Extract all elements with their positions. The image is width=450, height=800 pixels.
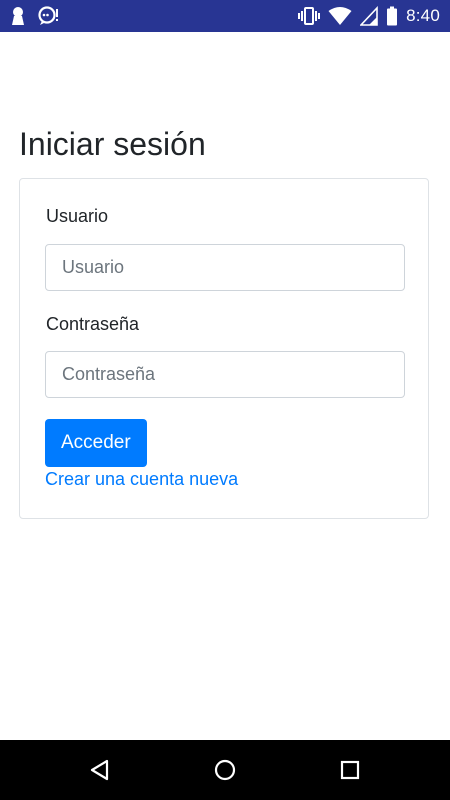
recents-icon[interactable]: [336, 756, 364, 784]
username-label: Usuario: [46, 206, 109, 226]
signal-icon: [360, 6, 378, 26]
battery-icon: [386, 6, 398, 26]
create-account-link[interactable]: Crear una cuenta nueva: [45, 469, 238, 490]
vibrate-icon: [298, 6, 321, 26]
username-input[interactable]: [45, 244, 405, 291]
password-label: Contraseña: [46, 314, 140, 334]
navigation-bar: [0, 740, 450, 800]
status-left-icons: [10, 4, 60, 28]
password-input[interactable]: [45, 351, 405, 398]
status-time: 8:40: [406, 6, 440, 25]
keyhole-icon: [10, 6, 26, 26]
status-right-icons: 8:40: [298, 4, 440, 28]
login-card: Usuario Contraseña Acceder Crear una cue…: [19, 178, 429, 519]
chat-alert-icon: [38, 6, 60, 26]
status-bar: 8:40: [0, 0, 450, 32]
login-button[interactable]: Acceder: [45, 419, 147, 467]
page-title: Iniciar sesión: [19, 126, 206, 162]
back-icon[interactable]: [86, 756, 114, 784]
home-icon[interactable]: [211, 756, 239, 784]
wifi-icon: [328, 6, 352, 26]
